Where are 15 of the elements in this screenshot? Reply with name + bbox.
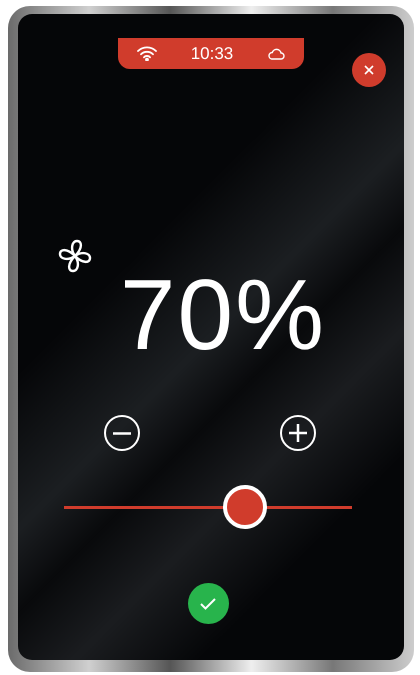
close-button[interactable]: [352, 53, 386, 87]
cloud-icon: [267, 48, 286, 60]
slider[interactable]: [64, 485, 352, 529]
fan-icon: [56, 237, 94, 275]
minus-icon: [113, 432, 131, 434]
plus-icon: [289, 424, 307, 442]
wifi-icon: [136, 46, 157, 61]
confirm-button[interactable]: [188, 583, 228, 624]
close-icon: [364, 65, 374, 75]
fan-speed-reading: 70%: [120, 265, 326, 365]
decrease-button[interactable]: [104, 415, 140, 451]
increase-button[interactable]: [280, 415, 316, 451]
slider-thumb[interactable]: [223, 485, 268, 529]
clock-time: 10:33: [190, 44, 234, 64]
check-icon: [200, 598, 216, 610]
